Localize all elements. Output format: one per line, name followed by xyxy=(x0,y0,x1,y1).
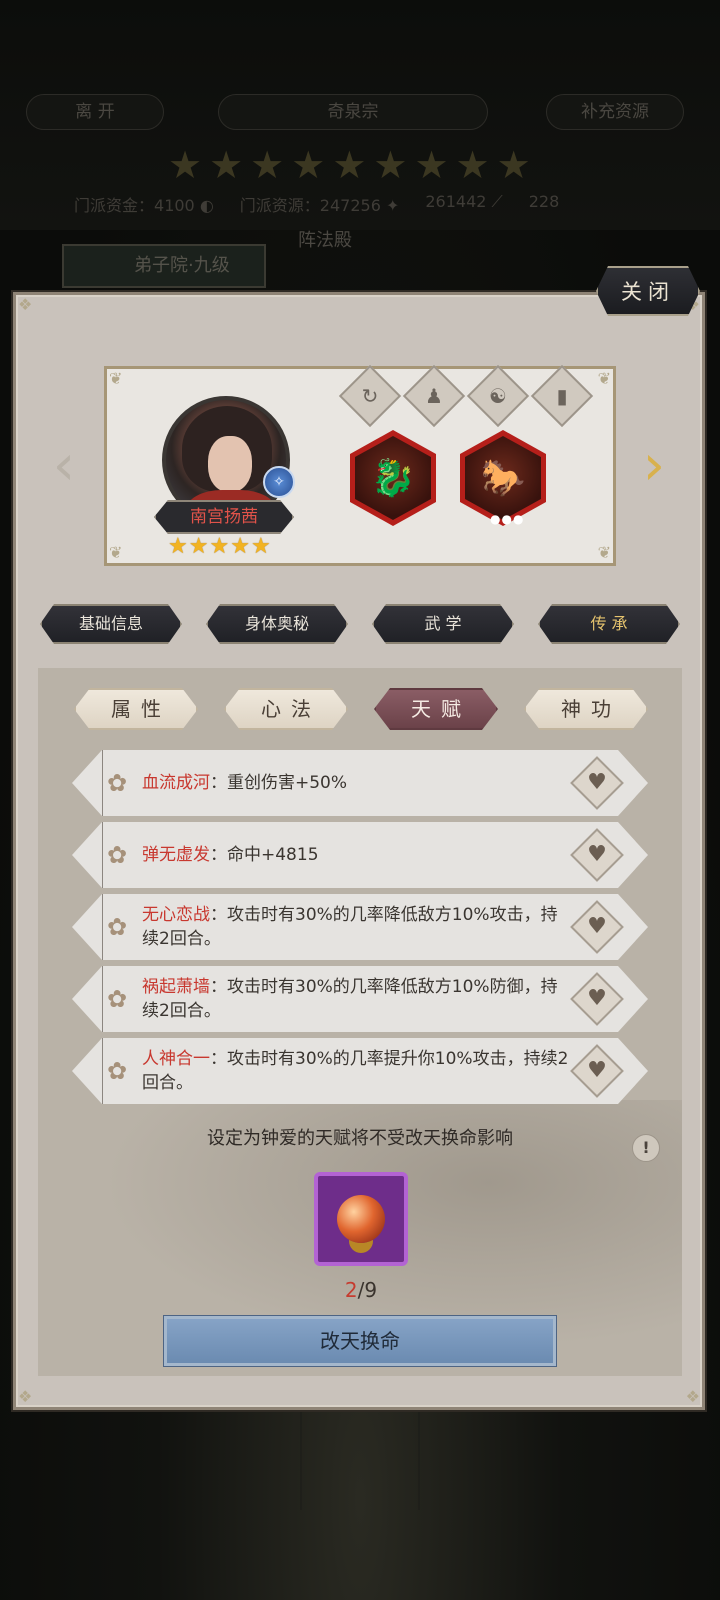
corner-ornament: ❖ xyxy=(18,295,33,314)
star-icon: ★ xyxy=(250,534,271,559)
star-icon: ★ xyxy=(496,143,531,187)
close-button[interactable]: 关闭 xyxy=(596,266,700,316)
star-icon: ★ xyxy=(188,534,209,559)
corner-ornament: ❖ xyxy=(18,1387,33,1406)
star-icon: ★ xyxy=(373,143,408,187)
tab-martial-arts[interactable]: 武 学 xyxy=(372,604,514,644)
talent-text: 弹无虚发：命中+4815 xyxy=(142,845,319,865)
crystal-orb-icon xyxy=(337,1195,385,1243)
star-icon: ★ xyxy=(414,143,449,187)
star-icon: ★ xyxy=(209,143,244,187)
star-icon: ★ xyxy=(332,143,367,187)
change-fate-button[interactable]: 改天换命 xyxy=(163,1315,557,1367)
corner-ornament: ❦ xyxy=(597,369,611,388)
tab-basic-info[interactable]: 基础信息 xyxy=(40,604,182,644)
resource-third: 261442 ⟋ xyxy=(425,192,503,211)
flower-icon: ✿ xyxy=(106,1057,128,1085)
star-icon: ★ xyxy=(209,534,230,559)
sect-stars: ★ ★ ★ ★ ★ ★ ★ ★ ★ xyxy=(168,146,531,184)
background-ruins xyxy=(300,1400,420,1510)
subtab-attributes[interactable]: 属性 xyxy=(74,688,198,730)
hero-stars: ★ ★ ★ ★ ★ xyxy=(168,536,271,558)
dragon-icon: 🐉 xyxy=(355,436,431,520)
horse-icon: 🐎 xyxy=(465,436,541,520)
hero-name: 南宫扬茜 xyxy=(154,500,294,534)
star-icon: ★ xyxy=(455,143,490,187)
building-tab: 弟子院·九级 xyxy=(62,244,266,288)
resource-materials: 门派资源：247256 ✦ xyxy=(239,196,400,215)
subtab-talent[interactable]: 天赋 xyxy=(374,688,498,730)
subtab-mind-method[interactable]: 心法 xyxy=(224,688,348,730)
flower-icon: ✿ xyxy=(106,769,128,797)
star-icon: ★ xyxy=(291,143,326,187)
info-icon[interactable]: ! xyxy=(632,1134,660,1162)
subtab-divine-skill[interactable]: 神功 xyxy=(524,688,648,730)
star-icon: ★ xyxy=(250,143,285,187)
resource-fourth: 228 xyxy=(528,192,560,211)
resource-funds: 门派资金：4100 ◐ xyxy=(74,196,214,215)
sect-name: 奇泉宗 xyxy=(218,94,488,130)
corner-ornament: ❖ xyxy=(685,1387,700,1406)
hall-title: 阵法殿 xyxy=(298,230,352,251)
element-badge-icon: ✧ xyxy=(263,466,295,498)
more-dots-icon: ●●● xyxy=(490,512,525,526)
leave-button: 离 开 xyxy=(26,94,164,130)
star-icon: ★ xyxy=(168,143,203,187)
corner-ornament: ❦ xyxy=(109,543,123,562)
resource-bar: 门派资金：4100 ◐ 门派资源：247256 ✦ 261442 ⟋ 228 xyxy=(0,192,720,216)
supply-button: 补充资源 xyxy=(546,94,684,130)
flower-icon: ✿ xyxy=(106,913,128,941)
star-icon: ★ xyxy=(168,534,188,559)
talent-text: 祸起萧墙：攻击时有30%的几率降低敌方10%防御，持续2回合。 xyxy=(142,977,558,1021)
flower-icon: ✿ xyxy=(106,841,128,869)
item-count: 2/9 xyxy=(344,1278,378,1302)
tab-body-secrets[interactable]: 身体奥秘 xyxy=(206,604,348,644)
fate-orb-item[interactable] xyxy=(314,1172,408,1266)
tab-inheritance[interactable]: 传 承 xyxy=(538,604,680,644)
next-hero-arrow-icon[interactable]: › xyxy=(634,436,674,496)
flower-icon: ✿ xyxy=(106,985,128,1013)
corner-ornament: ❦ xyxy=(597,543,611,562)
star-icon: ★ xyxy=(230,534,250,559)
talent-text: 无心恋战：攻击时有30%的几率降低敌方10%攻击，持续2回合。 xyxy=(142,905,558,949)
talent-text: 人神合一：攻击时有30%的几率提升你10%攻击，持续2回合。 xyxy=(142,1049,569,1093)
previous-hero-arrow-icon[interactable]: ‹ xyxy=(44,436,84,496)
corner-ornament: ❦ xyxy=(109,369,123,388)
favorite-notice: 设定为钟爱的天赋将不受改天换命影响 xyxy=(207,1128,513,1149)
talent-text: 血流成河：重创伤害+50% xyxy=(142,773,348,793)
